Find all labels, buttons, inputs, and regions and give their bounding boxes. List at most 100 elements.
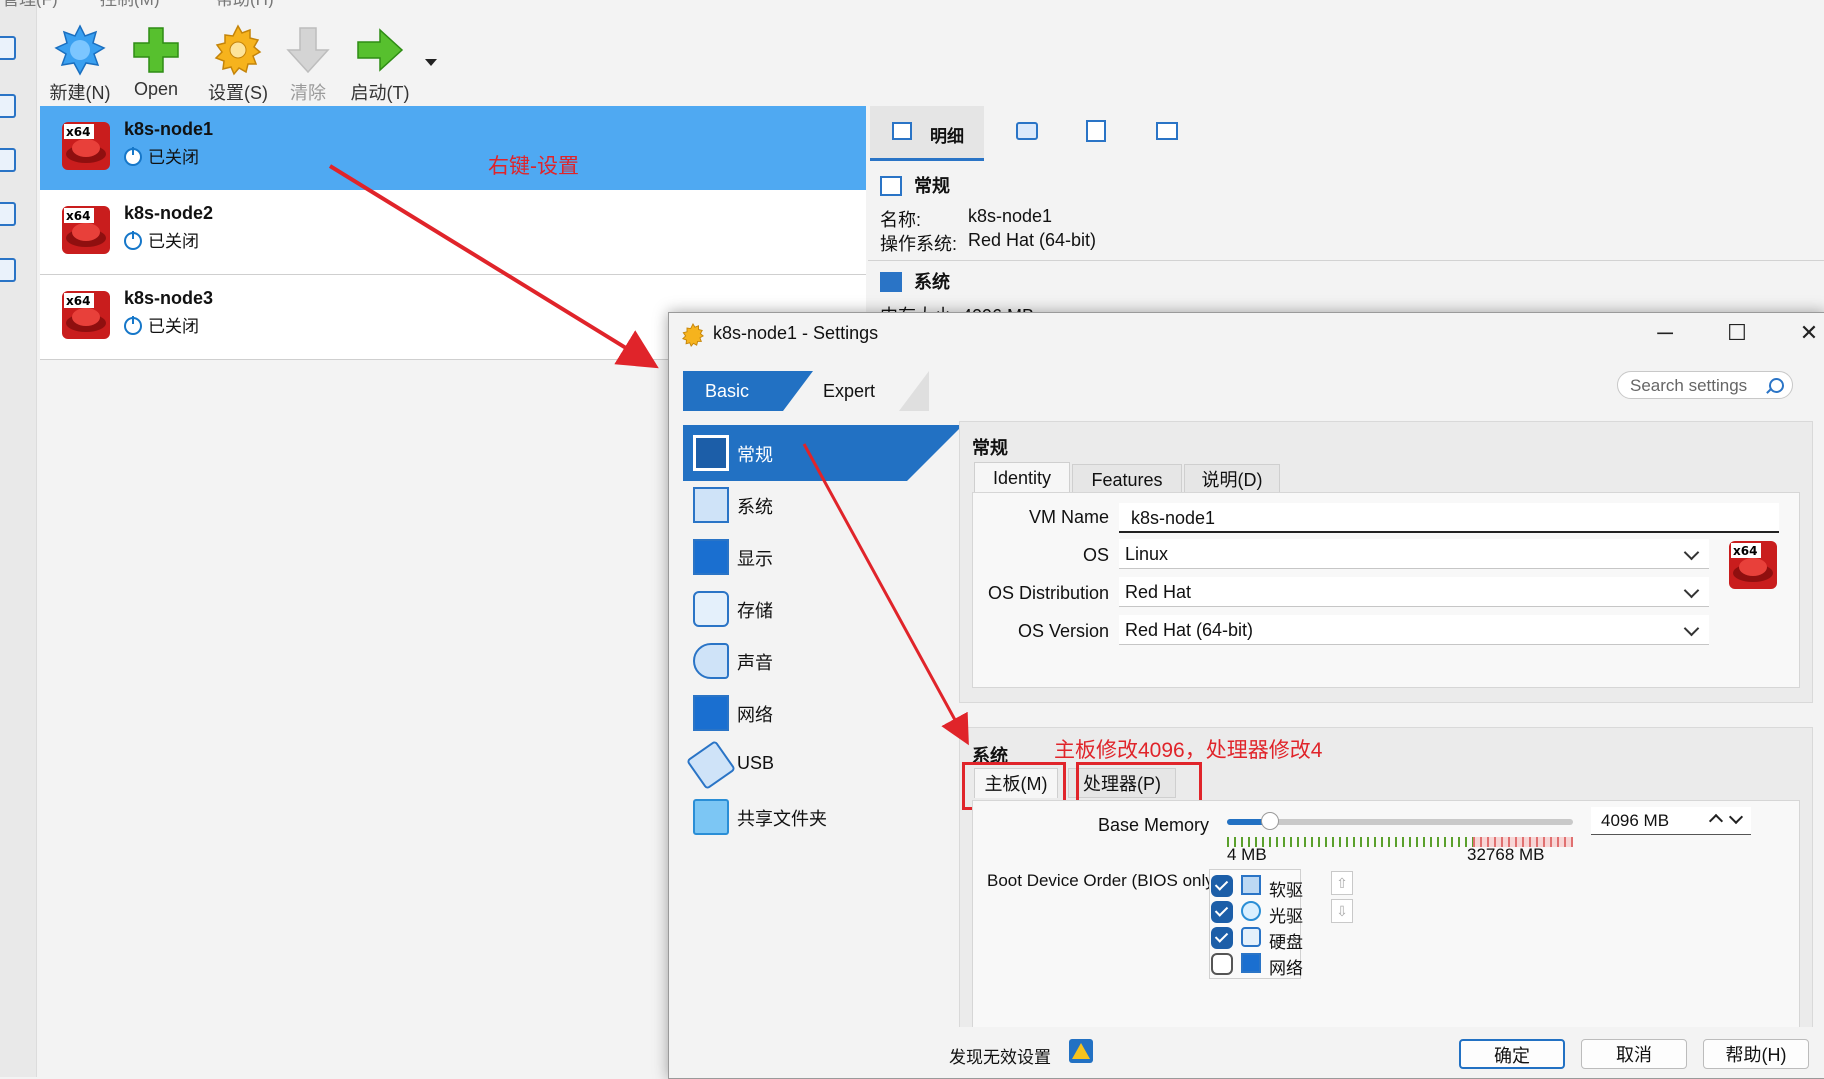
- boot-network-label: 网络: [1269, 959, 1303, 978]
- menu-file[interactable]: 管理(F): [2, 0, 58, 8]
- base-memory-slider[interactable]: [1227, 812, 1573, 830]
- settings-label: 设置(S): [208, 83, 268, 103]
- mode-basic-tab[interactable]: Basic: [683, 371, 783, 411]
- sidebar-item-display[interactable]: 显示: [683, 529, 907, 585]
- vm-name: k8s-node3: [124, 288, 214, 308]
- network-icon: [693, 695, 729, 731]
- new-starburst-icon: [54, 24, 106, 76]
- boot-optical-checkbox[interactable]: [1211, 901, 1233, 923]
- close-button[interactable]: ✕: [1777, 313, 1824, 353]
- tab-features[interactable]: Features: [1072, 464, 1182, 494]
- sidebar-item-storage[interactable]: 存储: [683, 581, 907, 637]
- sidebar-label: USB: [737, 753, 775, 773]
- warning-icon[interactable]: [1069, 1039, 1093, 1063]
- help-button[interactable]: 帮助(H): [1703, 1039, 1809, 1069]
- sidebar-item-system[interactable]: 系统: [683, 477, 907, 533]
- vm-state-text: 已关闭: [148, 317, 199, 336]
- base-memory-label: Base Memory: [1097, 815, 1209, 835]
- settings-button[interactable]: 设置(S): [200, 24, 276, 104]
- name-value: k8s-node1: [968, 206, 1053, 226]
- welcome-icon[interactable]: [0, 36, 16, 60]
- new-button[interactable]: 新建(N): [42, 24, 118, 104]
- vm-name-input[interactable]: k8s-node1: [1119, 503, 1779, 533]
- tab-description[interactable]: 说明(D): [1184, 464, 1280, 494]
- redhat-os-icon: x64: [1729, 541, 1777, 589]
- vm-state-text: 已关闭: [148, 232, 199, 251]
- dropdown-caret-icon[interactable]: [424, 58, 438, 68]
- redhat-os-icon: x64: [62, 122, 110, 170]
- chevron-up-icon[interactable]: [1708, 813, 1724, 829]
- start-label: 启动(T): [350, 83, 410, 103]
- extensions-icon[interactable]: [0, 148, 16, 172]
- media-icon[interactable]: [0, 202, 16, 226]
- menu-machine[interactable]: 控制(M): [100, 0, 159, 8]
- tab-details[interactable]: 明细: [870, 106, 984, 161]
- sidebar-item-network[interactable]: 网络: [683, 685, 907, 741]
- boot-floppy-label: 软驱: [1269, 881, 1303, 900]
- vm-item-k8s-node1[interactable]: x64 k8s-node1 已关闭: [40, 106, 866, 191]
- general-group-title: 常规: [972, 438, 1008, 458]
- tab-activity[interactable]: [1142, 106, 1194, 158]
- sidebar-item-usb[interactable]: USB: [683, 737, 907, 793]
- discard-button[interactable]: 清除: [270, 24, 346, 104]
- minimize-button[interactable]: ─: [1633, 313, 1697, 353]
- os-version-select[interactable]: Red Hat (64-bit): [1119, 615, 1709, 645]
- search-icon: [1769, 378, 1784, 393]
- warning-triangle: [1072, 1043, 1090, 1059]
- vm-item-k8s-node2[interactable]: x64 k8s-node2 已关闭: [40, 190, 866, 275]
- vm-name: k8s-node1: [124, 119, 214, 139]
- ok-button[interactable]: 确定: [1459, 1039, 1565, 1069]
- vm-badge: x64: [66, 294, 90, 308]
- cancel-button[interactable]: 取消: [1581, 1039, 1687, 1069]
- os-label: OS: [1082, 545, 1109, 565]
- os-distribution-value: Red Hat: [1125, 582, 1192, 602]
- search-settings-input[interactable]: Search settings: [1617, 371, 1793, 399]
- menu-help[interactable]: 帮助(H): [216, 0, 274, 8]
- max-memory-label: 32768 MB: [1467, 845, 1545, 864]
- settings-gear-icon: [682, 323, 704, 347]
- boot-network-checkbox[interactable]: [1211, 953, 1233, 975]
- os-distribution-label: OS Distribution: [987, 583, 1109, 603]
- sidebar-label: 常规: [737, 445, 773, 465]
- boot-harddisk-checkbox[interactable]: [1211, 927, 1233, 949]
- network-tools-icon[interactable]: [0, 258, 16, 282]
- base-memory-value: 4096 MB: [1601, 811, 1670, 830]
- boot-item-harddisk[interactable]: 硬盘: [1211, 925, 1321, 952]
- tab-logs[interactable]: [1072, 106, 1124, 158]
- add-plus-icon: [133, 27, 179, 73]
- sidebar-item-audio[interactable]: 声音: [683, 633, 907, 689]
- boot-item-floppy[interactable]: 软驱: [1211, 873, 1321, 900]
- machines-icon[interactable]: [0, 94, 16, 118]
- chevron-down-icon[interactable]: [1728, 809, 1744, 825]
- power-off-icon: [124, 316, 142, 335]
- os-select[interactable]: Linux: [1119, 539, 1709, 569]
- os-badge: x64: [1733, 544, 1757, 558]
- settings-gear-icon: [214, 24, 262, 76]
- move-down-arrow-icon[interactable]: ⇩: [1331, 899, 1353, 923]
- base-memory-thumb[interactable]: [1261, 812, 1279, 830]
- tab-identity[interactable]: Identity: [974, 462, 1070, 492]
- boot-item-network[interactable]: 网络: [1211, 951, 1321, 978]
- network-boot-icon: [1241, 953, 1261, 973]
- search-placeholder: Search settings: [1630, 376, 1748, 395]
- mode-expert-tab[interactable]: Expert: [799, 371, 899, 411]
- maximize-button[interactable]: ☐: [1705, 313, 1769, 353]
- shared-folder-icon: [693, 799, 729, 835]
- sidebar-item-shared-folders[interactable]: 共享文件夹: [683, 789, 907, 845]
- annotation-system-note: 主板修改4096，处理器修改4: [1054, 739, 1323, 762]
- open-button[interactable]: Open: [118, 24, 194, 104]
- motherboard-panel: Base Memory 4 MB 32768 MB 4096 MB Boot D…: [972, 800, 1800, 1029]
- base-memory-spinbox[interactable]: 4096 MB: [1591, 807, 1751, 835]
- move-up-arrow-icon[interactable]: ⇧: [1331, 871, 1353, 895]
- audio-speaker-icon: [693, 643, 729, 679]
- sidebar-label: 共享文件夹: [737, 809, 827, 829]
- vm-badge: x64: [66, 209, 90, 223]
- tab-snapshots[interactable]: [1002, 106, 1054, 158]
- redhat-os-icon: x64: [62, 291, 110, 339]
- boot-floppy-checkbox[interactable]: [1211, 875, 1233, 897]
- start-button[interactable]: 启动(T): [342, 24, 418, 104]
- chevron-down-icon: [1683, 582, 1700, 599]
- os-distribution-select[interactable]: Red Hat: [1119, 577, 1709, 607]
- sidebar-item-general[interactable]: 常规: [683, 425, 907, 481]
- boot-item-optical[interactable]: 光驱: [1211, 899, 1321, 926]
